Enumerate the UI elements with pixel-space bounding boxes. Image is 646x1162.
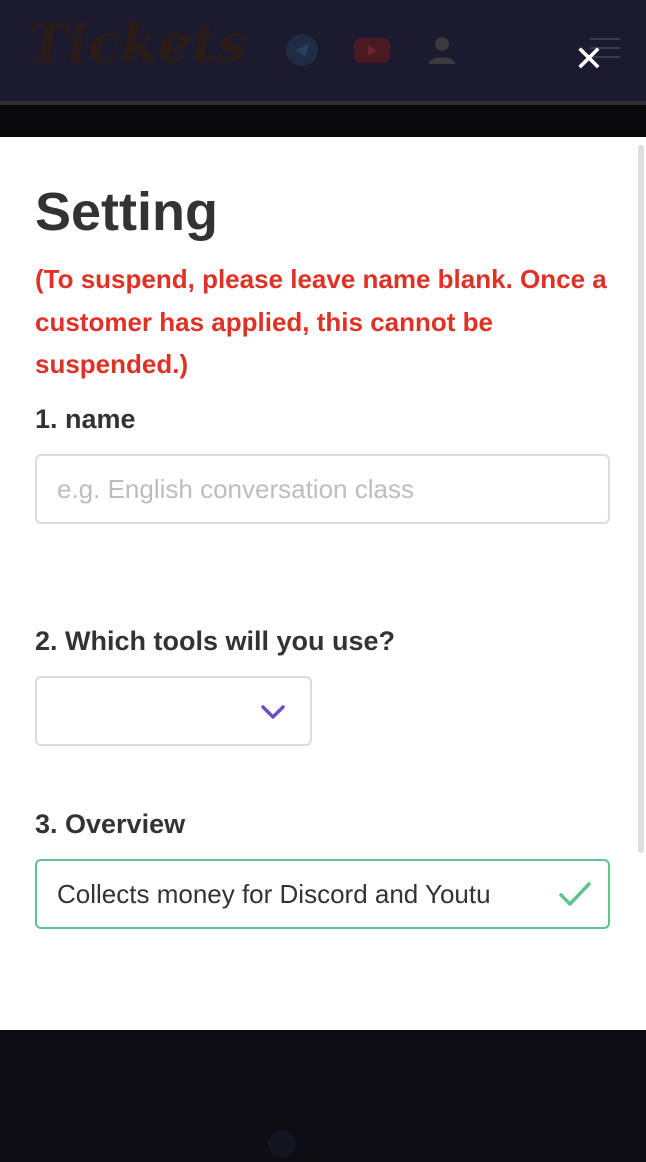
check-icon: [559, 882, 591, 906]
modal-scrollbar[interactable]: [638, 145, 644, 853]
footer-icon: [268, 1130, 296, 1158]
name-input[interactable]: [35, 454, 610, 524]
top-navigation-bar: Tickets ✕: [0, 0, 646, 101]
user-icon[interactable]: [426, 34, 458, 66]
youtube-icon[interactable]: [354, 38, 390, 63]
close-icon[interactable]: ✕: [572, 41, 606, 77]
telegram-icon[interactable]: [286, 34, 318, 66]
tools-select[interactable]: [35, 676, 312, 746]
suspend-warning: (To suspend, please leave name blank. On…: [35, 264, 607, 379]
site-logo[interactable]: Tickets: [28, 14, 248, 75]
overview-input[interactable]: [35, 859, 610, 929]
name-label: 1. name: [35, 404, 136, 434]
settings-modal: Setting (To suspend, please leave name b…: [0, 137, 646, 1030]
page-footer: [0, 1030, 646, 1162]
overlay-strip: [0, 105, 646, 137]
overview-label: 3. Overview: [35, 809, 186, 839]
modal-title: Setting: [35, 182, 218, 242]
tools-label: 2. Which tools will you use?: [35, 626, 396, 656]
chevron-down-icon: [261, 705, 285, 719]
